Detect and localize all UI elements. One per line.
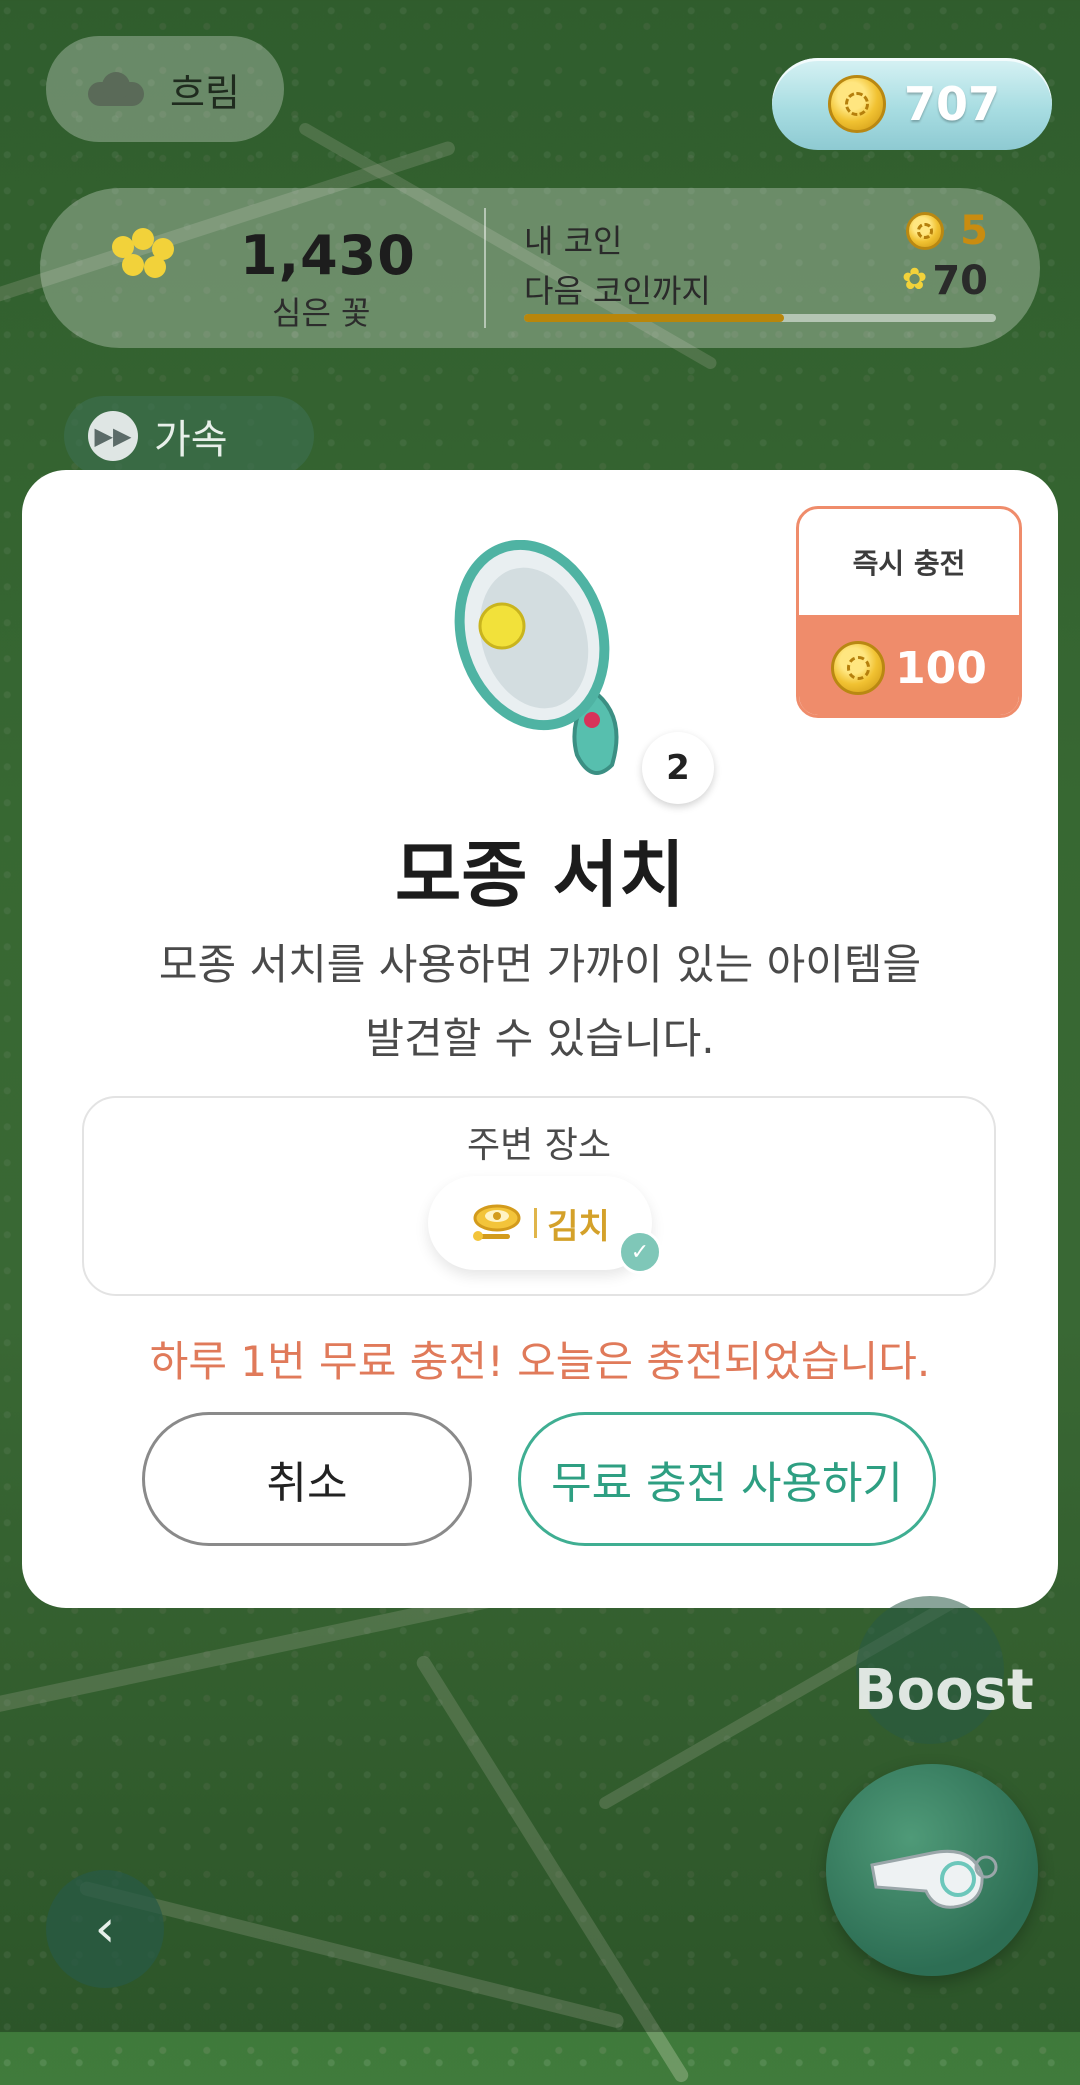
- modal-description: 모종 서치를 사용하면 가까이 있는 아이템을 발견할 수 있습니다.: [102, 928, 978, 1076]
- modal-title: 모종 서치: [394, 833, 686, 917]
- speed-button[interactable]: ▶▶ 가속: [64, 396, 314, 476]
- coin-icon: [906, 212, 944, 250]
- chevron-left-icon: ‹: [94, 1899, 116, 1959]
- check-icon: ✓: [618, 1230, 662, 1274]
- divider: [484, 208, 486, 328]
- instant-charge-button[interactable]: 즉시 충전 100: [796, 506, 1022, 718]
- description-line-1: 모종 서치를 사용하면 가까이 있는 아이템을: [158, 940, 922, 989]
- next-coin-label: 다음 코인까지: [524, 272, 711, 310]
- search-modal: 즉시 충전 100 2 모종 서치 모종 서치를 사용하면 가까이 있는 아이템…: [22, 470, 1058, 1608]
- cloud-icon: [88, 72, 144, 106]
- my-coin-label: 내 코인: [524, 222, 623, 260]
- description-line-2: 발견할 수 있습니다.: [365, 1014, 715, 1063]
- back-button[interactable]: ‹: [46, 1870, 164, 1988]
- place-name: 김치: [547, 1206, 610, 1247]
- coin-icon: [828, 75, 886, 133]
- whistle-icon: [870, 1849, 998, 1909]
- flower-icon: [102, 228, 180, 288]
- separator: [534, 1208, 538, 1238]
- progress-fill: [524, 314, 784, 322]
- boost-label: Boost: [854, 1658, 1034, 1723]
- weather-label: 흐림: [170, 70, 240, 115]
- instant-charge-label: 즉시 충전: [852, 547, 966, 580]
- planted-count: 1,430: [240, 224, 416, 287]
- speed-label: 가속: [154, 417, 228, 463]
- item-count-badge: 2: [642, 732, 714, 804]
- free-charge-button[interactable]: 무료 충전 사용하기: [518, 1412, 936, 1546]
- whistle-button[interactable]: [826, 1764, 1038, 1976]
- instant-charge-price-area: 100: [799, 615, 1019, 715]
- kimchi-bowl-icon: [473, 1204, 521, 1241]
- cancel-button[interactable]: 취소: [142, 1412, 472, 1546]
- stats-bar: 1,430 심은 꽃 내 코인 5 다음 코인까지 ✿ 70: [40, 188, 1040, 348]
- nearby-places-box: 주변 장소 김치 ✓: [82, 1096, 996, 1296]
- coin-balance: 707: [904, 77, 1001, 131]
- planted-label: 심은 꽃: [272, 294, 371, 332]
- weather-pill: 흐림: [46, 36, 284, 142]
- instant-charge-price: 100: [895, 642, 987, 694]
- nearby-title: 주변 장소: [467, 1125, 611, 1166]
- coin-icon: [831, 641, 886, 695]
- coin-balance-pill[interactable]: 707: [772, 58, 1052, 150]
- next-coin-value: 70: [932, 258, 988, 304]
- fast-forward-icon: ▶▶: [88, 411, 138, 461]
- my-coin-value: 5: [960, 208, 988, 254]
- megaphone-icon: [454, 540, 619, 775]
- next-coin-progress: [524, 314, 996, 322]
- daily-notice: 하루 1번 무료 충전! 오늘은 충전되었습니다.: [149, 1337, 931, 1386]
